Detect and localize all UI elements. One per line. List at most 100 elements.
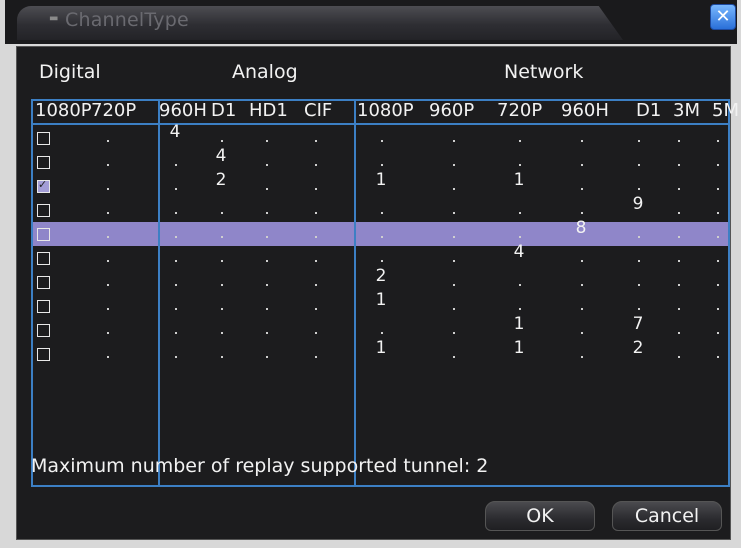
empty-cell-dot xyxy=(581,140,583,142)
row-checkbox[interactable] xyxy=(37,204,50,217)
empty-cell-dot xyxy=(519,284,521,286)
row-checkbox[interactable] xyxy=(37,228,50,241)
channel-count-cell: 1 xyxy=(513,314,525,334)
empty-cell-dot xyxy=(107,212,109,214)
monitor-icon: ▬ xyxy=(49,13,59,24)
empty-cell-dot xyxy=(266,260,268,262)
empty-cell-dot xyxy=(638,284,640,286)
channel-count-cell: 1 xyxy=(375,290,387,310)
empty-cell-dot xyxy=(638,164,640,166)
empty-cell-dot xyxy=(581,356,583,358)
column-header: 720P xyxy=(497,100,543,121)
column-header: 1080P xyxy=(35,100,92,121)
empty-cell-dot xyxy=(107,188,109,190)
empty-cell-dot xyxy=(453,236,455,238)
empty-cell-dot xyxy=(315,356,317,358)
empty-cell-dot xyxy=(315,332,317,334)
empty-cell-dot xyxy=(381,212,383,214)
empty-cell-dot xyxy=(453,356,455,358)
channel-count-cell: 9 xyxy=(632,194,644,214)
row-checkbox[interactable] xyxy=(37,252,50,265)
empty-cell-dot xyxy=(175,260,177,262)
empty-cell-dot xyxy=(717,284,719,286)
empty-cell-dot xyxy=(678,356,680,358)
empty-cell-dot xyxy=(453,260,455,262)
table-row[interactable]: 2 1 1 xyxy=(33,170,728,199)
column-header: 960H xyxy=(561,100,609,121)
empty-cell-dot xyxy=(266,140,268,142)
column-header: 960P xyxy=(429,100,475,121)
empty-cell-dot xyxy=(221,260,223,262)
table-row[interactable]: 4 xyxy=(33,122,728,151)
empty-cell-dot xyxy=(717,308,719,310)
cancel-button[interactable]: Cancel xyxy=(612,501,722,531)
row-checkbox[interactable] xyxy=(37,348,50,361)
empty-cell-dot xyxy=(581,308,583,310)
empty-cell-dot xyxy=(519,212,521,214)
channel-count-cell: 4 xyxy=(169,122,181,142)
empty-cell-dot xyxy=(717,212,719,214)
empty-cell-dot xyxy=(107,236,109,238)
empty-cell-dot xyxy=(381,140,383,142)
empty-cell-dot xyxy=(266,332,268,334)
table-row[interactable]: 8 xyxy=(33,218,728,247)
empty-cell-dot xyxy=(453,164,455,166)
empty-cell-dot xyxy=(717,188,719,190)
empty-cell-dot xyxy=(581,332,583,334)
channel-count-cell: 1 xyxy=(513,338,525,358)
window-title: ChannelType xyxy=(65,9,189,31)
group-network-label: Network xyxy=(504,61,584,83)
empty-cell-dot xyxy=(221,236,223,238)
empty-cell-dot xyxy=(717,260,719,262)
empty-cell-dot xyxy=(519,164,521,166)
empty-cell-dot xyxy=(717,356,719,358)
empty-cell-dot xyxy=(678,188,680,190)
table-row[interactable]: 9 xyxy=(33,194,728,223)
empty-cell-dot xyxy=(638,140,640,142)
empty-cell-dot xyxy=(453,140,455,142)
row-checkbox[interactable] xyxy=(37,178,50,193)
empty-cell-dot xyxy=(107,308,109,310)
column-header: D1 xyxy=(211,100,237,121)
table-row[interactable]: 1 1 2 xyxy=(33,338,728,367)
empty-cell-dot xyxy=(717,236,719,238)
channel-count-cell: 1 xyxy=(513,170,525,190)
empty-cell-dot xyxy=(717,164,719,166)
close-button[interactable]: ✕ xyxy=(710,4,736,30)
empty-cell-dot xyxy=(221,284,223,286)
empty-cell-dot xyxy=(381,332,383,334)
empty-cell-dot xyxy=(221,212,223,214)
empty-cell-dot xyxy=(315,140,317,142)
empty-cell-dot xyxy=(221,332,223,334)
empty-cell-dot xyxy=(453,332,455,334)
empty-cell-dot xyxy=(638,188,640,190)
column-header: 1080P xyxy=(357,100,414,121)
empty-cell-dot xyxy=(266,356,268,358)
row-checkbox[interactable] xyxy=(37,324,50,337)
empty-cell-dot xyxy=(678,260,680,262)
row-checkbox[interactable] xyxy=(37,300,50,313)
column-header: CIF xyxy=(304,100,333,121)
header-divider xyxy=(33,123,728,125)
column-header: HD1 xyxy=(249,100,288,121)
empty-cell-dot xyxy=(678,236,680,238)
empty-cell-dot xyxy=(453,212,455,214)
empty-cell-dot xyxy=(315,308,317,310)
empty-cell-dot xyxy=(381,260,383,262)
row-checkbox[interactable] xyxy=(37,132,50,145)
empty-cell-dot xyxy=(638,308,640,310)
row-checkbox[interactable] xyxy=(37,276,50,289)
empty-cell-dot xyxy=(266,284,268,286)
channel-count-cell: 7 xyxy=(632,314,644,334)
empty-cell-dot xyxy=(581,284,583,286)
empty-cell-dot xyxy=(175,356,177,358)
empty-cell-dot xyxy=(175,188,177,190)
row-checkbox[interactable] xyxy=(37,156,50,169)
empty-cell-dot xyxy=(107,332,109,334)
empty-cell-dot xyxy=(678,332,680,334)
empty-cell-dot xyxy=(638,236,640,238)
empty-cell-dot xyxy=(315,260,317,262)
table-row[interactable]: 1 xyxy=(33,290,728,319)
dialog-body: Digital Analog Network 1080P 720P 960H D1 HD… xyxy=(16,46,739,540)
ok-button[interactable]: OK xyxy=(485,501,595,531)
